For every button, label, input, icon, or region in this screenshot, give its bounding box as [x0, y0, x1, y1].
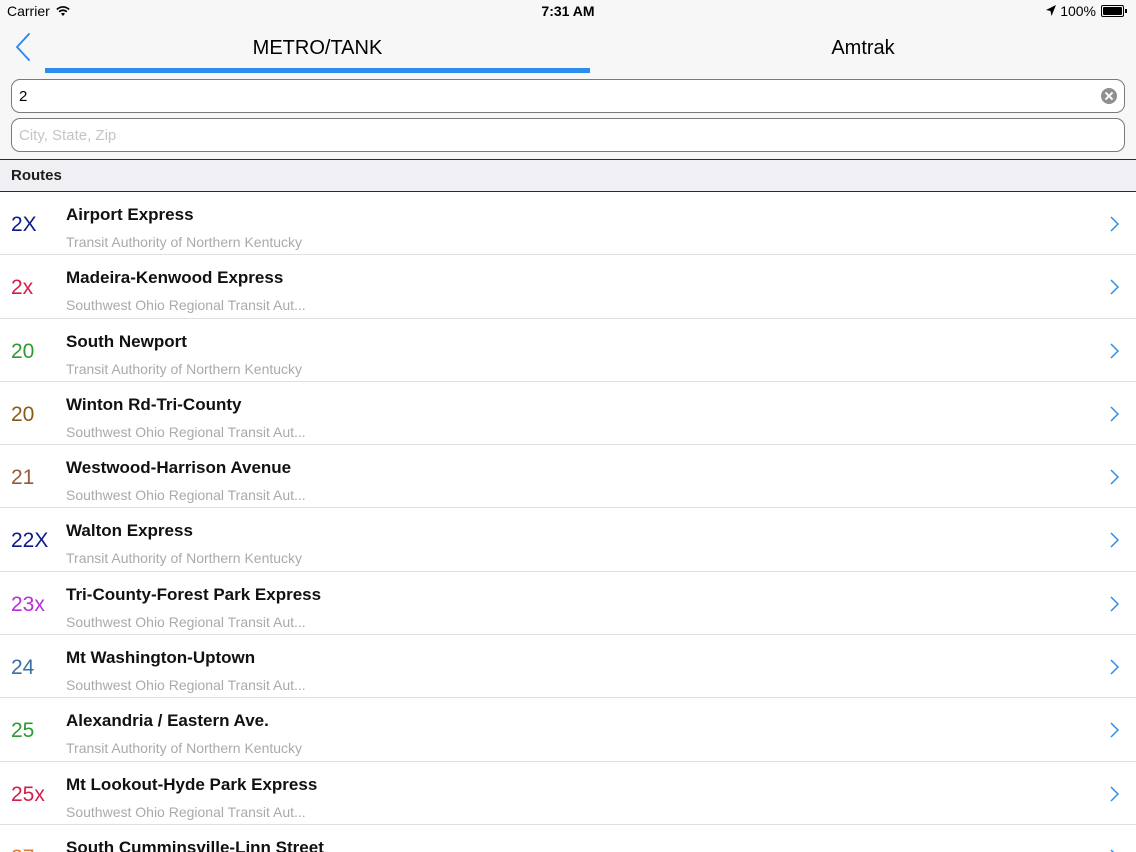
- route-code: 20: [11, 402, 35, 426]
- route-row[interactable]: 20 Winton Rd-Tri-County Southwest Ohio R…: [0, 381, 1136, 446]
- route-name: Mt Lookout-Hyde Park Express: [66, 774, 318, 794]
- route-agency: Southwest Ohio Regional Transit Aut...: [66, 487, 306, 504]
- status-time: 7:31 AM: [541, 3, 595, 19]
- route-code: 2x: [11, 276, 34, 300]
- chevron-right-icon: [1110, 659, 1119, 675]
- section-header-routes: Routes: [0, 159, 1136, 192]
- route-name: South Cumminsville-Linn Street: [66, 837, 324, 852]
- chevron-right-icon: [1110, 343, 1119, 359]
- route-code: 2X: [11, 213, 37, 236]
- route-name: Winton Rd-Tri-County: [66, 394, 242, 414]
- route-name: Westwood-Harrison Avenue: [66, 458, 292, 478]
- route-code: 21: [11, 466, 35, 490]
- nav-header: METRO/TANK Amtrak: [0, 22, 1136, 74]
- chevron-right-icon: [1110, 722, 1119, 738]
- route-agency: Southwest Ohio Regional Transit Aut...: [66, 423, 306, 440]
- route-code: 25x: [11, 782, 45, 806]
- location-arrow-icon: [1046, 5, 1057, 16]
- chevron-right-icon: [1110, 786, 1119, 802]
- route-row[interactable]: 22X Walton Express Transit Authority of …: [0, 508, 1136, 572]
- route-row[interactable]: 24 Mt Washington-Uptown Southwest Ohio R…: [0, 635, 1136, 699]
- tab-amtrak-label: Amtrak: [831, 36, 895, 59]
- route-name: Mt Washington-Uptown: [66, 648, 256, 668]
- route-agency: Southwest Ohio Regional Transit Aut...: [66, 297, 306, 314]
- route-agency: Southwest Ohio Regional Transit Aut...: [66, 803, 306, 820]
- route-name: Walton Express: [66, 521, 193, 541]
- chevron-right-icon: [1110, 469, 1119, 485]
- route-agency: Southwest Ohio Regional Transit Aut...: [66, 677, 306, 694]
- route-name: South Newport: [66, 331, 187, 351]
- tab-metro-tank[interactable]: METRO/TANK: [45, 22, 590, 74]
- back-button[interactable]: [12, 32, 38, 62]
- route-row[interactable]: 27 South Cumminsville-Linn Street: [0, 824, 1136, 852]
- route-code: 25: [11, 719, 35, 743]
- tab-amtrak[interactable]: Amtrak: [590, 22, 1136, 74]
- status-right: 100%: [1046, 3, 1128, 19]
- chevron-right-icon: [1110, 596, 1119, 612]
- location-field: [11, 118, 1125, 152]
- route-code: 27: [11, 846, 34, 852]
- route-search-field: [11, 79, 1125, 113]
- route-row[interactable]: 21 Westwood-Harrison Avenue Southwest Oh…: [0, 445, 1136, 509]
- clear-icon[interactable]: [1101, 88, 1117, 104]
- tab-metro-tank-label: METRO/TANK: [252, 36, 383, 59]
- status-bar: Carrier 7:31 AM 100%: [0, 0, 1136, 22]
- chevron-right-icon: [1110, 216, 1119, 232]
- route-name: Airport Express: [66, 205, 194, 224]
- tab-selected-indicator: [45, 68, 590, 73]
- section-title: Routes: [11, 167, 62, 184]
- route-list: 2X Airport Express Transit Authority of …: [0, 192, 1136, 852]
- battery-icon: [1101, 5, 1128, 17]
- route-code: 23x: [11, 592, 45, 616]
- route-row[interactable]: 20 South Newport Transit Authority of No…: [0, 318, 1136, 382]
- route-name: Alexandria / Eastern Ave.: [66, 711, 269, 731]
- location-input[interactable]: [19, 120, 1079, 150]
- route-code: 20: [11, 339, 35, 363]
- route-row[interactable]: 25 Alexandria / Eastern Ave. Transit Aut…: [0, 698, 1136, 762]
- route-name: Tri-County-Forest Park Express: [66, 584, 322, 604]
- battery-percent: 100%: [1060, 3, 1096, 19]
- route-agency: Southwest Ohio Regional Transit Aut...: [66, 613, 306, 630]
- route-row[interactable]: 2x Madeira-Kenwood Express Southwest Ohi…: [0, 255, 1136, 319]
- route-agency: Transit Authority of Northern Kentucky: [66, 234, 303, 250]
- route-agency: Transit Authority of Northern Kentucky: [66, 360, 303, 377]
- route-row[interactable]: 23x Tri-County-Forest Park Express South…: [0, 571, 1136, 636]
- route-code: 24: [11, 656, 35, 680]
- route-code: 22X: [11, 529, 49, 553]
- route-search-input[interactable]: [19, 81, 1079, 111]
- chevron-right-icon: [1110, 406, 1119, 422]
- search-area: [0, 74, 1136, 159]
- chevron-left-icon: [16, 33, 30, 61]
- route-row[interactable]: 2X Airport Express Transit Authority of …: [0, 192, 1136, 256]
- chevron-right-icon: [1110, 279, 1119, 295]
- chevron-right-icon: [1110, 532, 1119, 549]
- route-row[interactable]: 25x Mt Lookout-Hyde Park Express Southwe…: [0, 761, 1136, 825]
- route-agency: Transit Authority of Northern Kentucky: [66, 740, 303, 757]
- route-name: Madeira-Kenwood Express: [66, 268, 284, 288]
- route-agency: Transit Authority of Northern Kentucky: [66, 550, 303, 567]
